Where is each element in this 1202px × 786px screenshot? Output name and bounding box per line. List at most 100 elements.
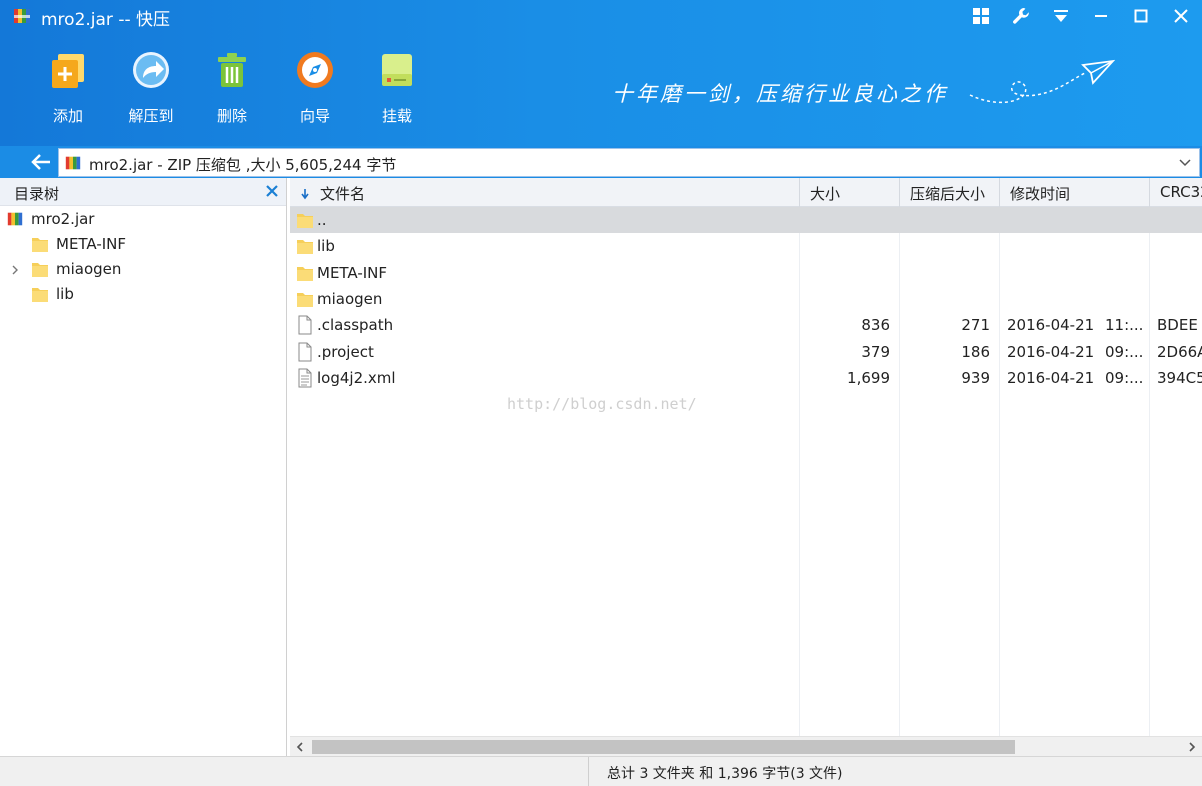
address-bar-area: mro2.jar - ZIP 压缩包 ,大小 5,605,244 字节 [0, 146, 1202, 178]
minimize-button[interactable] [1089, 4, 1113, 28]
add-label: 添加 [52, 107, 83, 125]
tree-root-label: mro2.jar [31, 210, 95, 228]
archive-icon [65, 156, 81, 170]
file-icon [298, 342, 312, 361]
wizard-button[interactable]: 向导 [283, 50, 347, 126]
sort-down-icon [301, 189, 309, 200]
menu-dropdown-button[interactable] [1049, 4, 1073, 28]
file-size: 836 [861, 316, 890, 335]
file-icon [298, 315, 312, 335]
file-name: log4j2.xml [317, 368, 396, 387]
folder-icon [297, 292, 313, 307]
directory-tree-panel: 目录树 mro2.jar META-INF miaogen lib [0, 178, 287, 756]
delete-button[interactable]: 删除 [200, 50, 264, 126]
maximize-button[interactable] [1129, 4, 1153, 28]
file-packed-size: 939 [961, 368, 990, 387]
tree-item-meta-inf[interactable]: META-INF [31, 233, 126, 255]
mount-label: 挂载 [381, 107, 412, 125]
extract-icon [133, 52, 169, 88]
file-time: 09:... [1105, 368, 1144, 387]
apps-grid-button[interactable] [969, 4, 993, 28]
wrench-icon [1013, 8, 1029, 24]
column-header-packed-label: 压缩后大小 [910, 185, 986, 203]
archive-icon [7, 212, 23, 226]
compass-icon [297, 52, 333, 88]
table-row[interactable]: lib [290, 233, 1202, 259]
column-header-modified[interactable]: 修改时间 [1000, 178, 1150, 207]
file-time: 09:... [1105, 342, 1144, 361]
title-bar: mro2.jar -- 快压 [0, 0, 1202, 32]
tree-item-label: META-INF [56, 235, 127, 253]
close-icon[interactable] [264, 183, 280, 199]
settings-button[interactable] [1009, 4, 1033, 28]
status-text: 总计 3 文件夹 和 1,396 字节(3 文件) [607, 766, 843, 782]
column-header-name[interactable]: 文件名 [290, 178, 800, 207]
close-button[interactable] [1169, 4, 1193, 28]
folder-icon [32, 263, 48, 277]
expand-chevron-icon[interactable] [10, 265, 20, 275]
tree-root-item[interactable]: mro2.jar [6, 208, 94, 230]
horizontal-scrollbar[interactable] [290, 736, 1202, 756]
app-logo-icon [14, 9, 30, 23]
file-crc: 394C5 [1157, 368, 1202, 387]
table-row[interactable]: .. [290, 207, 1202, 233]
file-time: 11:... [1105, 316, 1144, 335]
table-row[interactable]: .classpath 836 271 2016-04-21 11:... BDEE [290, 312, 1202, 338]
folder-icon [297, 266, 313, 281]
extract-to-button[interactable]: 解压到 [119, 50, 183, 126]
file-name: META-INF [317, 263, 388, 282]
drive-icon [382, 54, 412, 86]
scroll-left-icon[interactable] [293, 740, 307, 754]
column-header-name-label: 文件名 [320, 185, 366, 203]
file-name: .project [317, 342, 374, 361]
file-crc: 2D66A [1157, 342, 1202, 361]
app-header: mro2.jar -- 快压 添加 解压到 删除 向导 挂载 十年磨一剑，压缩行… [0, 0, 1202, 146]
column-header-row: 文件名 大小 压缩后大小 修改时间 CRC32 [290, 178, 1202, 207]
grid-icon [973, 8, 989, 24]
tree-item-label: lib [56, 285, 74, 303]
menu-down-icon [1054, 10, 1068, 22]
folder-icon [32, 238, 48, 252]
file-packed-size: 271 [961, 316, 990, 335]
file-date: 2016-04-21 [1007, 368, 1095, 387]
chevron-down-icon[interactable] [1179, 157, 1191, 169]
address-field[interactable]: mro2.jar - ZIP 压缩包 ,大小 5,605,244 字节 [58, 148, 1200, 177]
file-packed-size: 186 [961, 342, 990, 361]
minimize-icon [1095, 15, 1107, 17]
column-header-size-label: 大小 [810, 185, 841, 203]
scroll-right-icon[interactable] [1185, 740, 1199, 754]
extract-to-label: 解压到 [128, 107, 174, 125]
column-header-crc-label: CRC32 [1160, 183, 1202, 201]
wizard-label: 向导 [299, 107, 330, 125]
tree-title: 目录树 [14, 185, 60, 203]
column-header-packed-size[interactable]: 压缩后大小 [900, 178, 1000, 207]
window-title: mro2.jar -- 快压 [41, 10, 171, 30]
file-list-panel: 文件名 大小 压缩后大小 修改时间 CRC32 .. lib META-INF mia… [290, 178, 1202, 756]
table-row[interactable]: miaogen [290, 286, 1202, 312]
status-bar: 总计 3 文件夹 和 1,396 字节(3 文件) [0, 756, 1202, 786]
file-crc: BDEE [1157, 316, 1198, 335]
delete-label: 删除 [216, 107, 247, 125]
folder-icon [32, 288, 48, 302]
table-row[interactable]: log4j2.xml 1,699 939 2016-04-21 09:... 394C5 [290, 365, 1202, 391]
back-arrow-icon[interactable] [28, 150, 54, 174]
column-header-size[interactable]: 大小 [800, 178, 900, 207]
tree-item-miaogen[interactable]: miaogen [31, 258, 121, 280]
paper-plane-icon [969, 59, 1115, 104]
status-divider [588, 757, 589, 786]
add-button[interactable]: 添加 [36, 50, 100, 126]
maximize-icon [1134, 9, 1148, 23]
file-date: 2016-04-21 [1007, 342, 1095, 361]
column-header-crc[interactable]: CRC32 [1150, 178, 1202, 207]
watermark-text: http://blog.csdn.net/ [507, 395, 697, 413]
file-name: .classpath [317, 316, 394, 335]
file-size: 1,699 [847, 368, 890, 387]
mount-button[interactable]: 挂载 [365, 50, 429, 126]
column-header-modified-label: 修改时间 [1010, 185, 1071, 203]
file-date: 2016-04-21 [1007, 316, 1095, 335]
table-row[interactable]: META-INF [290, 260, 1202, 286]
file-size: 379 [861, 342, 890, 361]
table-row[interactable]: .project 379 186 2016-04-21 09:... 2D66A [290, 339, 1202, 365]
tree-item-lib[interactable]: lib [31, 283, 74, 305]
scrollbar-thumb[interactable] [312, 740, 1015, 754]
